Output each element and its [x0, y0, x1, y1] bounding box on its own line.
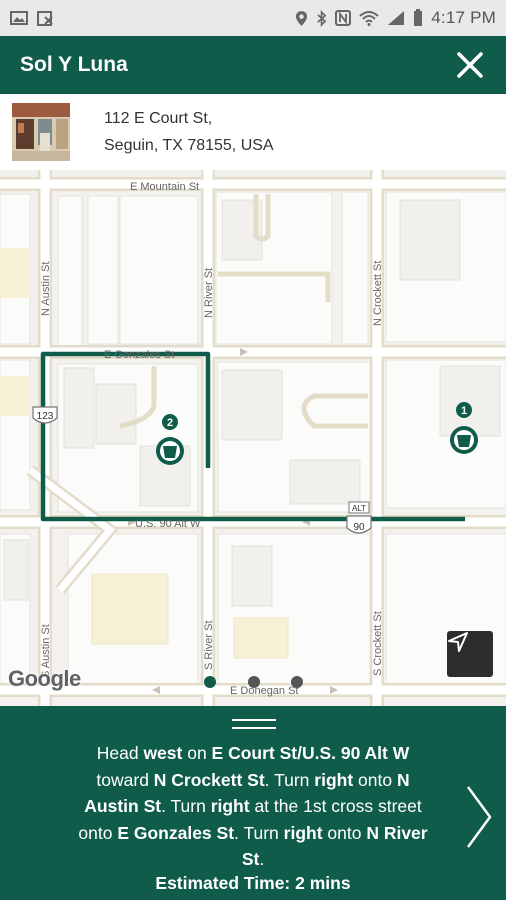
directions-panel: Head west on E Court St/U.S. 90 Alt W to…: [0, 706, 506, 900]
svg-text:90: 90: [353, 522, 365, 533]
alt-shield: ALT: [348, 501, 370, 514]
restaurant-thumbnail[interactable]: [12, 103, 70, 161]
direction-instructions: Head west on E Court St/U.S. 90 Alt W to…: [78, 743, 428, 869]
address-bar: 112 E Court St, Seguin, TX 78155, USA: [0, 94, 506, 170]
nfc-icon: [335, 10, 352, 26]
gallery-icon: [10, 11, 28, 25]
battery-icon: [414, 9, 423, 26]
app-header: Sol Y Luna: [0, 36, 506, 94]
close-icon: [457, 52, 483, 78]
page-dot[interactable]: [248, 676, 260, 688]
chevron-right-icon: [466, 786, 492, 848]
street-n-river: N River St: [203, 268, 215, 318]
street-s-river: S River St: [203, 620, 215, 670]
svg-text:1: 1: [461, 405, 467, 417]
estimated-time: Estimated Time: 2 mins: [155, 873, 351, 893]
close-button[interactable]: [452, 47, 488, 83]
street-n-austin: N Austin St: [40, 262, 52, 316]
address-line-1: 112 E Court St,: [104, 110, 213, 127]
route-123-shield: 123: [32, 406, 58, 424]
google-logo: Google: [8, 666, 81, 691]
street-us90: U.S. 90 Alt W: [135, 518, 201, 530]
svg-text:2: 2: [167, 417, 173, 429]
svg-text:123: 123: [37, 411, 54, 422]
status-left-icons: [10, 10, 54, 26]
next-step-button[interactable]: [462, 784, 496, 850]
bluetooth-icon: [317, 9, 327, 27]
clock: 4:17 PM: [431, 8, 496, 27]
street-e-mountain: E Mountain St: [130, 181, 199, 193]
shopping-bag-icon: [457, 435, 471, 447]
navigation-arrow-icon: [448, 632, 468, 652]
route-90-shield: 90: [346, 515, 372, 534]
signal-icon: [388, 11, 405, 25]
calendar-icon: [37, 11, 53, 26]
status-bar: 4:17 PM: [0, 0, 506, 36]
svg-text:ALT: ALT: [352, 504, 366, 513]
location-icon: [296, 10, 308, 26]
map-canvas: E Mountain St N Austin St N River St N C…: [0, 170, 506, 706]
street-e-gonzales: E Gonzales St: [104, 349, 174, 361]
street-n-crockett: N Crockett St: [372, 261, 384, 326]
page-dot-active[interactable]: [204, 676, 216, 688]
wifi-icon: [359, 11, 379, 26]
page-title: Sol Y Luna: [20, 53, 128, 76]
street-e-donegan: E Donegan St: [230, 685, 299, 697]
page-dot[interactable]: [291, 676, 303, 688]
drag-handle[interactable]: [232, 719, 276, 731]
map-view[interactable]: E Mountain St N Austin St N River St N C…: [0, 170, 506, 706]
street-s-crockett: S Crockett St: [372, 611, 384, 676]
address-line-2: Seguin, TX 78155, USA: [104, 137, 274, 154]
restaurant-address: 112 E Court St, Seguin, TX 78155, USA: [104, 105, 274, 159]
status-right-icons: 4:17 PM: [295, 8, 496, 28]
storefront-image: [12, 103, 70, 161]
my-location-button[interactable]: [447, 631, 493, 677]
shopping-bag-icon: [163, 446, 177, 458]
